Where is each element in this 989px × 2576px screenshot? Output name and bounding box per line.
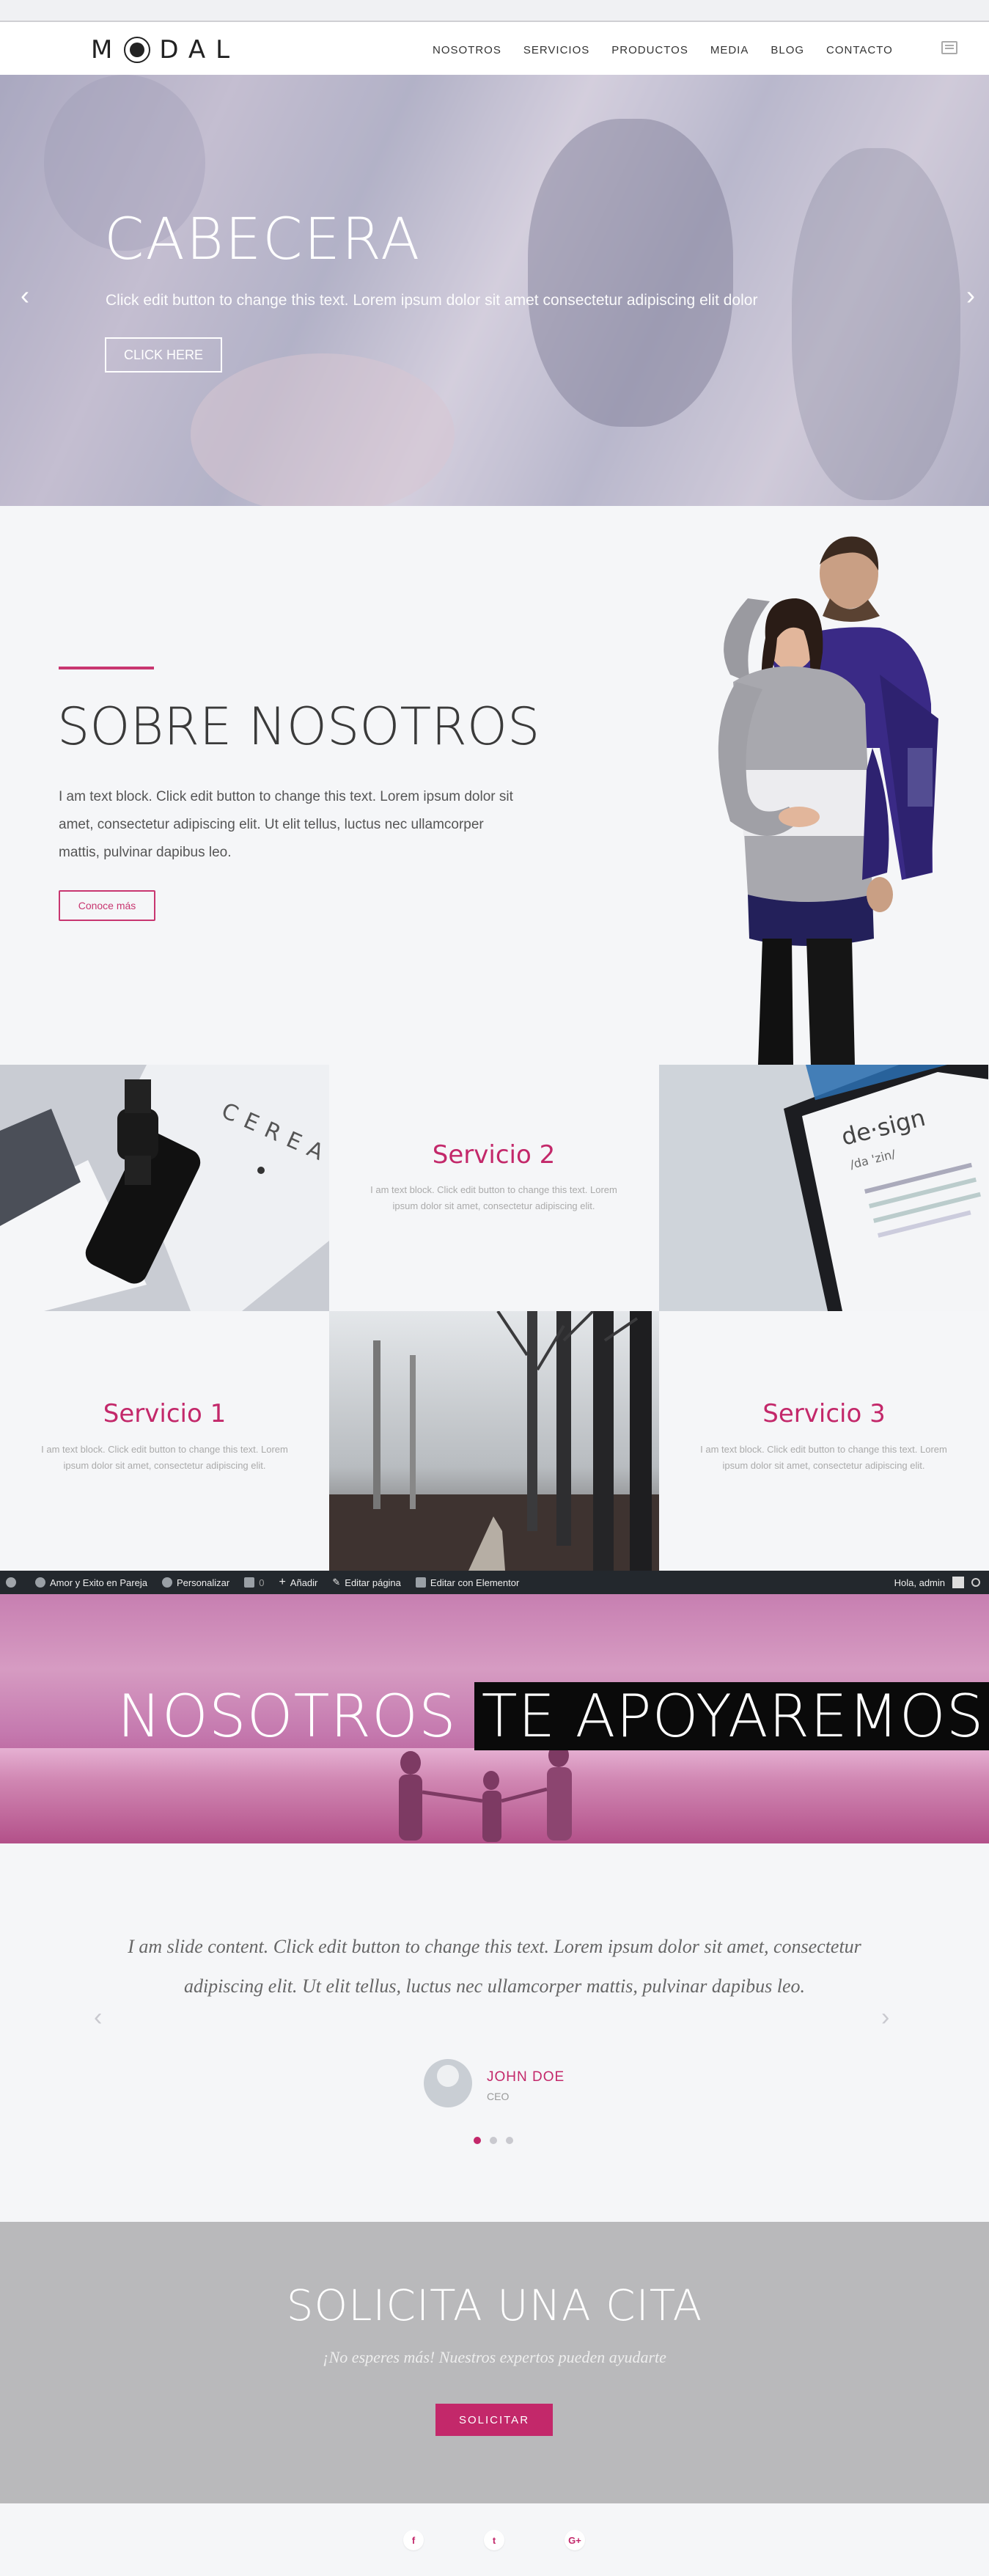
service-image-phone-watch: CEREAL — [0, 1065, 329, 1311]
logo-letters-dal: DAL — [159, 35, 240, 65]
admin-bar-edit-elementor[interactable]: Editar con Elementor — [415, 1577, 519, 1588]
admin-bar-add-new[interactable]: + Añadir — [279, 1576, 317, 1589]
chevron-left-icon[interactable]: ‹ — [94, 2003, 102, 2032]
cta-subtitle: ¡No esperes más! Nuestros expertos puede… — [323, 2348, 666, 2366]
banner-title-highlight: TE APOYAREMOS — [474, 1682, 989, 1750]
service-image-design-phone: de·sign /da 'zin/ — [659, 1065, 988, 1311]
testimonial-role: CEO — [487, 2091, 510, 2102]
elementor-icon — [415, 1577, 426, 1588]
site-footer: f t G+ — [0, 2503, 989, 2576]
about-section: SOBRE NOSOTROS I am text block. Click ed… — [0, 506, 989, 1065]
design-phone-photo: de·sign /da 'zin/ — [659, 1065, 988, 1311]
chevron-right-icon[interactable]: › — [881, 2003, 889, 2032]
accent-divider — [59, 667, 154, 669]
service-title: Servicio 3 — [762, 1399, 886, 1428]
service-card-3: Servicio 3 I am text block. Click edit b… — [659, 1311, 989, 1571]
main-nav: NOSOTROS SERVICIOS PRODUCTOS MEDIA BLOG … — [433, 44, 915, 56]
twitter-icon[interactable]: t — [484, 2530, 504, 2550]
nav-item-media[interactable]: MEDIA — [710, 44, 749, 56]
chevron-right-icon[interactable]: › — [966, 280, 975, 311]
dashboard-icon — [35, 1577, 45, 1588]
cart-icon[interactable] — [941, 41, 957, 54]
nav-item-nosotros[interactable]: NOSOTROS — [433, 44, 501, 56]
avatar — [424, 2059, 472, 2107]
admin-greeting[interactable]: Hola, admin — [894, 1577, 945, 1588]
logo-o-icon — [124, 37, 151, 63]
nav-item-servicios[interactable]: SERVICIOS — [523, 44, 589, 56]
service-text: I am text block. Click edit button to ch… — [700, 1444, 947, 1471]
request-button[interactable]: SOLICITAR — [435, 2404, 553, 2436]
site-logo[interactable]: M DAL — [91, 35, 240, 65]
avatar[interactable] — [952, 1577, 964, 1588]
comment-icon — [244, 1577, 255, 1588]
testimonial-quote: I am slide content. Click edit button to… — [128, 1936, 861, 1997]
service-title: Servicio 1 — [103, 1399, 227, 1428]
admin-bar-site[interactable]: Amor y Exito en Pareja — [35, 1577, 147, 1588]
brush-icon — [161, 1577, 172, 1588]
hero-text: Click edit button to change this text. L… — [106, 292, 758, 309]
testimonial-name: JOHN DOE — [487, 2069, 565, 2085]
about-title: SOBRE NOSOTROS — [57, 697, 540, 757]
chevron-left-icon[interactable]: ‹ — [21, 280, 29, 311]
service-text: I am text block. Click edit button to ch… — [370, 1184, 617, 1211]
service-card-2: Servicio 2 I am text block. Click edit b… — [329, 1065, 658, 1311]
plus-icon: + — [279, 1576, 286, 1588]
browser-top-strip — [0, 0, 989, 22]
banner-title-part-1: NOSOTROS — [117, 1682, 457, 1750]
nav-item-productos[interactable]: PRODUCTOS — [611, 44, 688, 56]
hero-slider: ‹ › CABECERA Click edit button to change… — [0, 75, 989, 506]
search-icon[interactable] — [971, 1578, 980, 1587]
service-text: I am text block. Click edit button to ch… — [41, 1444, 288, 1471]
nav-item-contacto[interactable]: CONTACTO — [826, 44, 893, 56]
pencil-icon: ✎ — [332, 1577, 341, 1588]
couple-photo — [718, 536, 938, 1065]
carousel-dot[interactable] — [474, 2137, 481, 2144]
about-text: I am text block. Click edit button to ch… — [59, 789, 513, 860]
admin-bar-right: Hola, admin — [894, 1577, 980, 1588]
admin-bar-comments[interactable]: 0 — [244, 1577, 264, 1588]
carousel-dot[interactable] — [506, 2137, 513, 2144]
site-header: M DAL NOSOTROS SERVICIOS PRODUCTOS MEDIA … — [0, 22, 989, 75]
foggy-forest-photo — [329, 1311, 659, 1571]
phone-watch-photo: CEREAL — [0, 1065, 329, 1311]
facebook-icon[interactable]: f — [403, 2530, 424, 2550]
wp-admin-bar: Amor y Exito en Pareja Personalizar 0 + A… — [0, 1571, 989, 1594]
admin-bar-edit-page[interactable]: ✎ Editar página — [332, 1577, 401, 1588]
banner-title: NOSOTROS TE APOYAREMOS — [117, 1682, 989, 1750]
carousel-dot[interactable] — [490, 2137, 497, 2144]
logo-letter-m: M — [91, 35, 123, 65]
carousel-dots — [474, 2137, 513, 2144]
cta-title: SOLICITA UNA CITA — [286, 2280, 703, 2330]
admin-bar-customize[interactable]: Personalizar — [161, 1577, 229, 1588]
wordpress-logo-icon[interactable] — [6, 1577, 21, 1588]
nav-item-blog[interactable]: BLOG — [771, 44, 804, 56]
google-plus-icon[interactable]: G+ — [565, 2530, 585, 2550]
service-title: Servicio 2 — [432, 1140, 556, 1170]
support-banner: NOSOTROS TE APOYAREMOS — [0, 1594, 989, 1843]
hero-cta-button[interactable]: CLICK HERE — [105, 337, 222, 373]
testimonial-carousel: ‹ › I am slide content. Click edit butto… — [0, 1843, 989, 2222]
appointment-cta: SOLICITA UNA CITA ¡No esperes más! Nuest… — [0, 2222, 989, 2503]
hero-title: CABECERA — [104, 207, 422, 273]
hero-overlay — [0, 75, 989, 506]
service-card-1: Servicio 1 I am text block. Click edit b… — [0, 1311, 329, 1571]
service-image-forest — [329, 1311, 659, 1571]
learn-more-button[interactable]: Conoce más — [59, 890, 155, 921]
